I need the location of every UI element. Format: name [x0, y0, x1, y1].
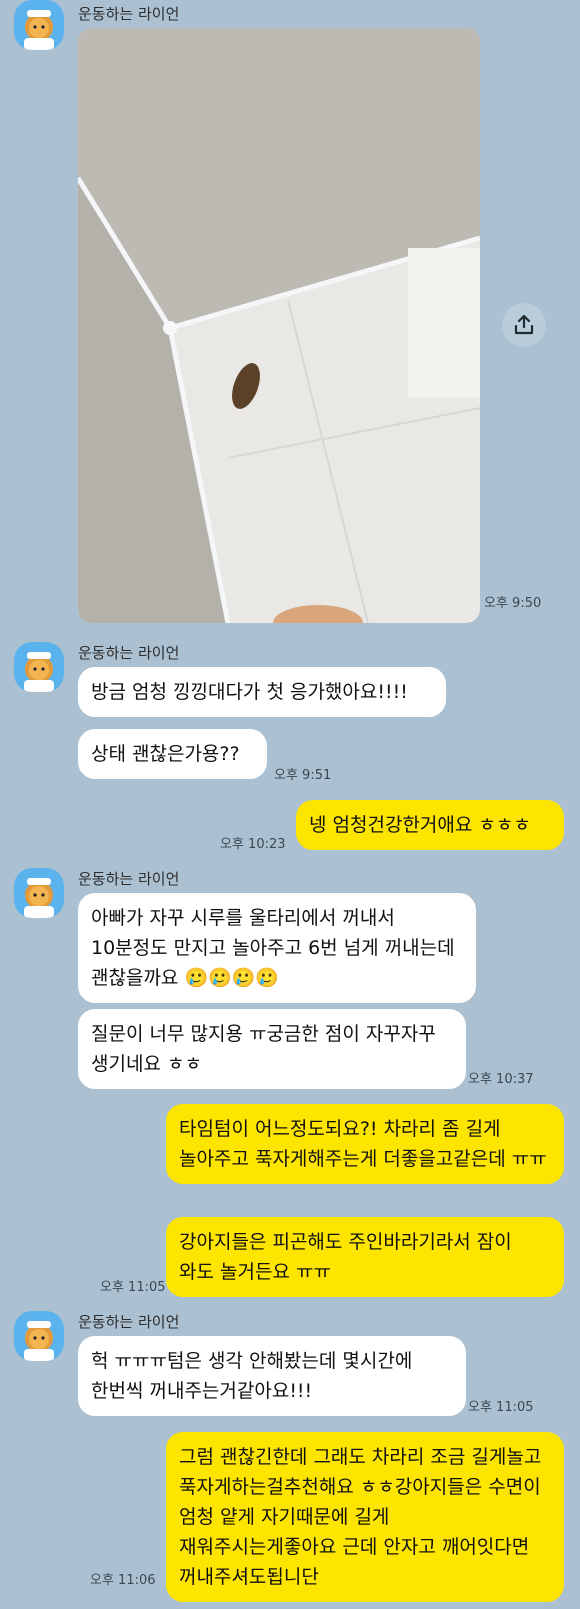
message-bubble[interactable]: 방금 엄청 낑낑대다가 첫 응가했아요!!!! [78, 667, 446, 717]
message-bubble[interactable]: 강아지들은 피곤해도 주인바라기라서 잠이 와도 놀거든요 ㅠㅠ [166, 1217, 564, 1297]
message-bubble[interactable]: 넹 엄청건강한거애요 ㅎㅎㅎ [296, 800, 564, 850]
message-bubble[interactable]: 아빠가 자꾸 시루를 울타리에서 꺼내서 10분정도 만지고 놀아주고 6번 넘… [78, 893, 476, 1003]
timestamp: 오후 9:50 [484, 596, 542, 611]
sender-name: 운동하는 라이언 [78, 870, 180, 888]
share-icon [514, 314, 534, 335]
sender-name: 운동하는 라이언 [78, 1313, 180, 1331]
timestamp: 오후 9:51 [274, 768, 332, 783]
sender-name: 운동하는 라이언 [78, 644, 180, 662]
photo-image [78, 28, 480, 623]
share-button[interactable] [502, 303, 546, 347]
message-bubble[interactable]: 헉 ㅠㅠㅠ텀은 생각 안해봤는데 몇시간에 한번씩 꺼내주는거같아요!!! [78, 1336, 466, 1416]
message-bubble[interactable]: 질문이 너무 많지용 ㅠ궁금한 점이 자꾸자꾸 생기네요 ㅎㅎ [78, 1009, 466, 1089]
lion-avatar-icon [24, 878, 54, 918]
avatar[interactable] [14, 0, 64, 50]
lion-avatar-icon [24, 1321, 54, 1361]
timestamp: 오후 11:06 [90, 1573, 156, 1588]
lion-avatar-icon [24, 652, 54, 692]
message-bubble[interactable]: 그럼 괜찮긴한데 그래도 차라리 조금 길게놀고 푹자게하는걸추천해요 ㅎㅎ강아… [166, 1432, 564, 1602]
timestamp: 오후 11:05 [468, 1400, 534, 1415]
message-bubble[interactable]: 상태 괜찮은가용?? [78, 729, 267, 779]
avatar[interactable] [14, 1311, 64, 1361]
photo-message[interactable] [78, 28, 480, 623]
timestamp: 오후 10:23 [220, 837, 286, 852]
avatar[interactable] [14, 868, 64, 918]
timestamp: 오후 10:37 [468, 1072, 534, 1087]
sender-name: 운동하는 라이언 [78, 5, 180, 23]
lion-avatar-icon [24, 10, 54, 50]
timestamp: 오후 11:05 [100, 1280, 166, 1295]
message-bubble[interactable]: 타임텀이 어느정도되요?! 차라리 좀 길게 놀아주고 푹자게해주는게 더좋을고… [166, 1104, 564, 1184]
avatar[interactable] [14, 642, 64, 692]
